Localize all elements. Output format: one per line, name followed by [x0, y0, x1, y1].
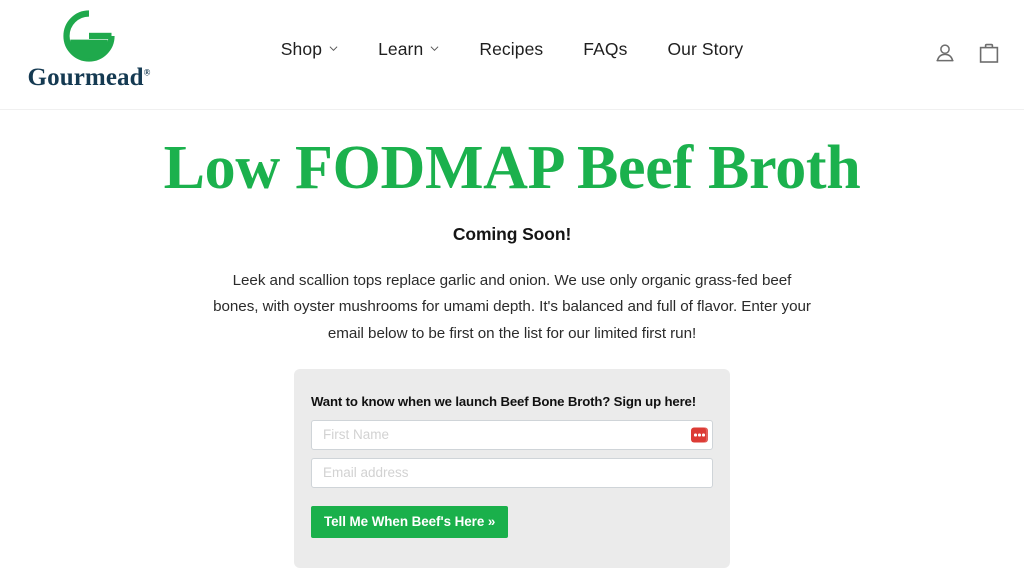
nav-item-recipes[interactable]: Recipes — [459, 39, 563, 59]
header-actions — [934, 41, 1000, 65]
nav-label-shop: Shop — [280, 39, 323, 59]
email-input[interactable] — [311, 457, 713, 488]
account-icon[interactable] — [934, 41, 956, 65]
site-header: Gourmead® Shop Learn Recipes FAQs Our St… — [0, 0, 1024, 110]
signup-form-card: Want to know when we launch Beef Bone Br… — [294, 368, 730, 568]
coming-soon-subtitle: Coming Soon! — [452, 224, 572, 245]
signup-heading: Want to know when we launch Beef Bone Br… — [311, 393, 696, 409]
nav-label-faqs: FAQs — [583, 39, 628, 59]
page-title: Low FODMAP Beef Broth — [163, 134, 861, 202]
cart-icon[interactable] — [978, 41, 1000, 65]
nav-item-faqs[interactable]: FAQs — [563, 39, 647, 59]
chevron-down-icon — [430, 44, 439, 53]
main-navigation: Shop Learn Recipes FAQs Our Story — [0, 39, 1024, 59]
pwm-dot — [702, 433, 705, 437]
pwm-dot — [698, 433, 701, 437]
brand-wordmark: Gourmead® — [27, 64, 151, 91]
nav-label-our-story: Our Story — [667, 39, 744, 59]
registered-mark: ® — [143, 67, 151, 78]
pwm-dot — [694, 433, 697, 437]
chevron-down-icon — [329, 44, 338, 53]
nav-item-our-story[interactable]: Our Story — [647, 39, 763, 59]
nav-label-learn: Learn — [378, 39, 424, 59]
nav-label-recipes: Recipes — [479, 39, 544, 59]
nav-item-learn[interactable]: Learn — [358, 39, 459, 59]
nav-item-shop[interactable]: Shop — [261, 39, 358, 59]
password-manager-autofill-icon[interactable] — [691, 427, 708, 443]
email-field-wrapper — [311, 457, 713, 488]
signup-submit-button[interactable]: Tell Me When Beef's Here » — [311, 505, 509, 539]
first-name-field-wrapper — [311, 419, 713, 450]
page-main: Low FODMAP Beef Broth Coming Soon! Leek … — [0, 110, 1024, 568]
product-description: Leek and scallion tops replace garlic an… — [213, 272, 811, 342]
first-name-input[interactable] — [311, 419, 713, 450]
